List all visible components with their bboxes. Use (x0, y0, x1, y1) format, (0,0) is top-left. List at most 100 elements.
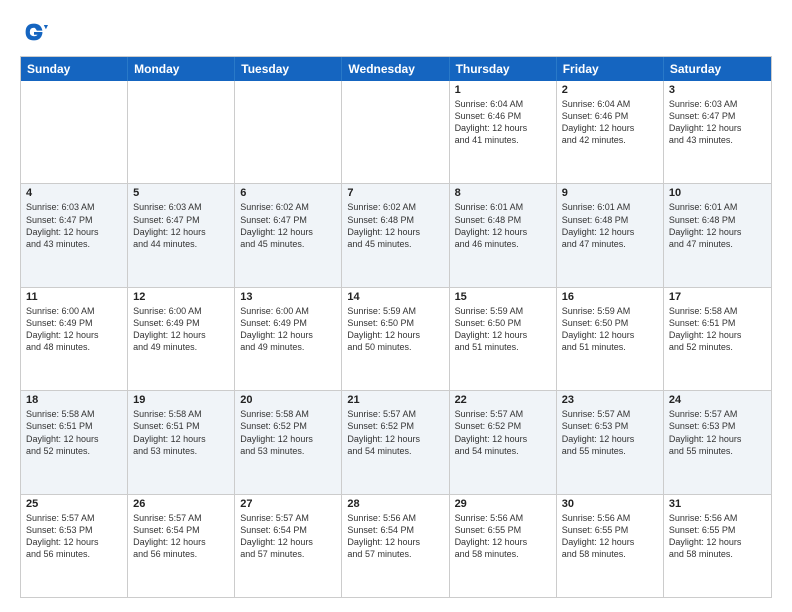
day-number: 29 (455, 498, 551, 510)
weekday-header-sunday: Sunday (21, 57, 128, 81)
day-number: 31 (669, 498, 766, 510)
day-info: Sunrise: 5:57 AM Sunset: 6:54 PM Dayligh… (240, 512, 336, 561)
calendar-cell-r3-c2: 20 Sunrise: 5:58 AM Sunset: 6:52 PM Dayli… (235, 391, 342, 493)
calendar-cell-r0-c0 (21, 81, 128, 183)
day-number: 24 (669, 394, 766, 406)
calendar-cell-r2-c1: 12 Sunrise: 6:00 AM Sunset: 6:49 PM Dayli… (128, 288, 235, 390)
calendar-cell-r1-c5: 9 Sunrise: 6:01 AM Sunset: 6:48 PM Daylig… (557, 184, 664, 286)
day-number: 8 (455, 187, 551, 199)
calendar-cell-r2-c0: 11 Sunrise: 6:00 AM Sunset: 6:49 PM Dayli… (21, 288, 128, 390)
calendar-cell-r3-c4: 22 Sunrise: 5:57 AM Sunset: 6:52 PM Dayli… (450, 391, 557, 493)
calendar-cell-r4-c4: 29 Sunrise: 5:56 AM Sunset: 6:55 PM Dayli… (450, 495, 557, 597)
day-info: Sunrise: 5:57 AM Sunset: 6:52 PM Dayligh… (455, 408, 551, 457)
weekday-header-thursday: Thursday (450, 57, 557, 81)
calendar-cell-r3-c0: 18 Sunrise: 5:58 AM Sunset: 6:51 PM Dayli… (21, 391, 128, 493)
calendar-cell-r2-c6: 17 Sunrise: 5:58 AM Sunset: 6:51 PM Dayli… (664, 288, 771, 390)
day-number: 7 (347, 187, 443, 199)
calendar-cell-r4-c3: 28 Sunrise: 5:56 AM Sunset: 6:54 PM Dayli… (342, 495, 449, 597)
day-number: 13 (240, 291, 336, 303)
day-info: Sunrise: 5:57 AM Sunset: 6:53 PM Dayligh… (562, 408, 658, 457)
weekday-header-monday: Monday (128, 57, 235, 81)
day-number: 23 (562, 394, 658, 406)
day-number: 22 (455, 394, 551, 406)
day-number: 3 (669, 84, 766, 96)
logo (20, 18, 54, 46)
day-info: Sunrise: 6:03 AM Sunset: 6:47 PM Dayligh… (669, 98, 766, 147)
day-info: Sunrise: 6:03 AM Sunset: 6:47 PM Dayligh… (26, 201, 122, 250)
day-number: 14 (347, 291, 443, 303)
day-number: 25 (26, 498, 122, 510)
day-info: Sunrise: 5:58 AM Sunset: 6:52 PM Dayligh… (240, 408, 336, 457)
calendar-cell-r0-c4: 1Sunrise: 6:04 AM Sunset: 6:46 PM Daylig… (450, 81, 557, 183)
day-info: Sunrise: 5:58 AM Sunset: 6:51 PM Dayligh… (26, 408, 122, 457)
day-info: Sunrise: 5:56 AM Sunset: 6:55 PM Dayligh… (455, 512, 551, 561)
day-info: Sunrise: 6:01 AM Sunset: 6:48 PM Dayligh… (669, 201, 766, 250)
day-number: 5 (133, 187, 229, 199)
logo-icon (20, 18, 48, 46)
weekday-header-tuesday: Tuesday (235, 57, 342, 81)
day-info: Sunrise: 5:59 AM Sunset: 6:50 PM Dayligh… (347, 305, 443, 354)
day-info: Sunrise: 5:56 AM Sunset: 6:55 PM Dayligh… (562, 512, 658, 561)
calendar-cell-r3-c3: 21Sunrise: 5:57 AM Sunset: 6:52 PM Dayli… (342, 391, 449, 493)
calendar-row-4: 18 Sunrise: 5:58 AM Sunset: 6:51 PM Dayli… (21, 390, 771, 493)
day-info: Sunrise: 5:57 AM Sunset: 6:53 PM Dayligh… (26, 512, 122, 561)
calendar-header: SundayMondayTuesdayWednesdayThursdayFrid… (21, 57, 771, 81)
day-info: Sunrise: 5:58 AM Sunset: 6:51 PM Dayligh… (133, 408, 229, 457)
day-info: Sunrise: 5:57 AM Sunset: 6:53 PM Dayligh… (669, 408, 766, 457)
day-info: Sunrise: 6:00 AM Sunset: 6:49 PM Dayligh… (26, 305, 122, 354)
calendar-row-3: 11 Sunrise: 6:00 AM Sunset: 6:49 PM Dayli… (21, 287, 771, 390)
day-number: 15 (455, 291, 551, 303)
calendar-row-5: 25 Sunrise: 5:57 AM Sunset: 6:53 PM Dayli… (21, 494, 771, 597)
day-info: Sunrise: 5:59 AM Sunset: 6:50 PM Dayligh… (455, 305, 551, 354)
calendar-cell-r4-c2: 27 Sunrise: 5:57 AM Sunset: 6:54 PM Dayli… (235, 495, 342, 597)
calendar-cell-r3-c1: 19 Sunrise: 5:58 AM Sunset: 6:51 PM Dayli… (128, 391, 235, 493)
day-info: Sunrise: 6:00 AM Sunset: 6:49 PM Dayligh… (240, 305, 336, 354)
day-number: 12 (133, 291, 229, 303)
calendar-cell-r0-c2 (235, 81, 342, 183)
day-number: 4 (26, 187, 122, 199)
day-info: Sunrise: 5:58 AM Sunset: 6:51 PM Dayligh… (669, 305, 766, 354)
day-info: Sunrise: 5:56 AM Sunset: 6:54 PM Dayligh… (347, 512, 443, 561)
day-number: 9 (562, 187, 658, 199)
day-number: 6 (240, 187, 336, 199)
day-number: 27 (240, 498, 336, 510)
calendar-cell-r1-c2: 6 Sunrise: 6:02 AM Sunset: 6:47 PM Daylig… (235, 184, 342, 286)
calendar-cell-r2-c2: 13 Sunrise: 6:00 AM Sunset: 6:49 PM Dayli… (235, 288, 342, 390)
calendar-cell-r1-c0: 4 Sunrise: 6:03 AM Sunset: 6:47 PM Daylig… (21, 184, 128, 286)
day-number: 16 (562, 291, 658, 303)
day-info: Sunrise: 6:02 AM Sunset: 6:48 PM Dayligh… (347, 201, 443, 250)
day-number: 19 (133, 394, 229, 406)
calendar-cell-r2-c5: 16 Sunrise: 5:59 AM Sunset: 6:50 PM Dayli… (557, 288, 664, 390)
day-info: Sunrise: 5:57 AM Sunset: 6:52 PM Dayligh… (347, 408, 443, 457)
day-info: Sunrise: 6:03 AM Sunset: 6:47 PM Dayligh… (133, 201, 229, 250)
day-info: Sunrise: 6:01 AM Sunset: 6:48 PM Dayligh… (455, 201, 551, 250)
day-info: Sunrise: 5:59 AM Sunset: 6:50 PM Dayligh… (562, 305, 658, 354)
calendar-cell-r4-c1: 26Sunrise: 5:57 AM Sunset: 6:54 PM Dayli… (128, 495, 235, 597)
day-info: Sunrise: 6:00 AM Sunset: 6:49 PM Dayligh… (133, 305, 229, 354)
day-number: 17 (669, 291, 766, 303)
day-info: Sunrise: 6:04 AM Sunset: 6:46 PM Dayligh… (455, 98, 551, 147)
weekday-header-wednesday: Wednesday (342, 57, 449, 81)
calendar-row-2: 4 Sunrise: 6:03 AM Sunset: 6:47 PM Daylig… (21, 183, 771, 286)
calendar-cell-r0-c3 (342, 81, 449, 183)
calendar: SundayMondayTuesdayWednesdayThursdayFrid… (20, 56, 772, 598)
header (20, 18, 772, 46)
calendar-cell-r1-c4: 8 Sunrise: 6:01 AM Sunset: 6:48 PM Daylig… (450, 184, 557, 286)
day-info: Sunrise: 6:04 AM Sunset: 6:46 PM Dayligh… (562, 98, 658, 147)
day-info: Sunrise: 5:56 AM Sunset: 6:55 PM Dayligh… (669, 512, 766, 561)
calendar-row-1: 1Sunrise: 6:04 AM Sunset: 6:46 PM Daylig… (21, 81, 771, 183)
calendar-cell-r0-c5: 2Sunrise: 6:04 AM Sunset: 6:46 PM Daylig… (557, 81, 664, 183)
day-number: 20 (240, 394, 336, 406)
weekday-header-friday: Friday (557, 57, 664, 81)
calendar-cell-r1-c1: 5 Sunrise: 6:03 AM Sunset: 6:47 PM Daylig… (128, 184, 235, 286)
calendar-cell-r1-c6: 10Sunrise: 6:01 AM Sunset: 6:48 PM Dayli… (664, 184, 771, 286)
calendar-cell-r4-c0: 25 Sunrise: 5:57 AM Sunset: 6:53 PM Dayli… (21, 495, 128, 597)
calendar-cell-r4-c5: 30Sunrise: 5:56 AM Sunset: 6:55 PM Dayli… (557, 495, 664, 597)
day-number: 18 (26, 394, 122, 406)
calendar-cell-r2-c3: 14 Sunrise: 5:59 AM Sunset: 6:50 PM Dayli… (342, 288, 449, 390)
day-info: Sunrise: 6:01 AM Sunset: 6:48 PM Dayligh… (562, 201, 658, 250)
day-info: Sunrise: 6:02 AM Sunset: 6:47 PM Dayligh… (240, 201, 336, 250)
day-number: 28 (347, 498, 443, 510)
day-number: 11 (26, 291, 122, 303)
day-info: Sunrise: 5:57 AM Sunset: 6:54 PM Dayligh… (133, 512, 229, 561)
